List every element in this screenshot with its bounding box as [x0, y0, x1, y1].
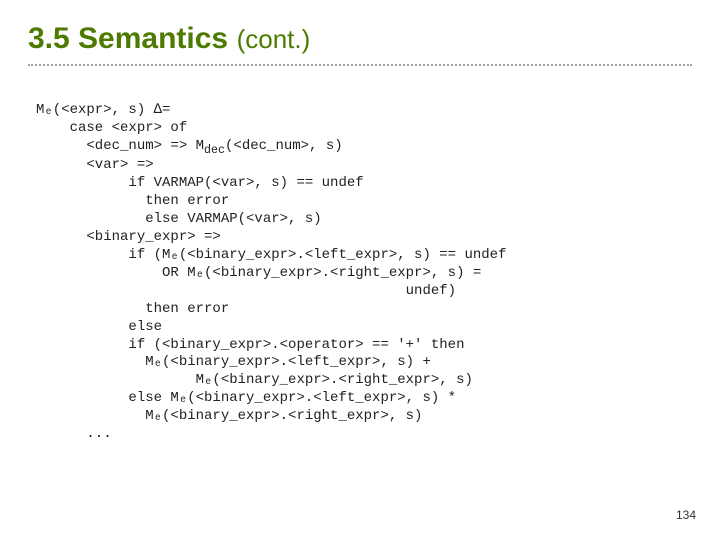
subscript-dec: dec	[204, 143, 225, 157]
code-line: OR Mₑ(<binary_expr>.<right_expr>, s) =	[36, 265, 481, 281]
code-line: Mₑ(<binary_expr>.<left_expr>, s) +	[36, 354, 431, 370]
code-line-cont: (<dec_num>, s)	[225, 138, 343, 154]
slide: 3.5 Semantics (cont.) Mₑ(<expr>, s) ∆= c…	[0, 0, 720, 540]
code-line: else Mₑ(<binary_expr>.<left_expr>, s) *	[36, 390, 456, 406]
code-line: if (Mₑ(<binary_expr>.<left_expr>, s) == …	[36, 247, 506, 263]
slide-title: 3.5 Semantics (cont.)	[28, 22, 692, 56]
code-line: then error	[36, 301, 229, 317]
code-line: if (<binary_expr>.<operator> == '+' then	[36, 337, 464, 353]
code-line: if VARMAP(<var>, s) == undef	[36, 175, 364, 191]
title-main: 3.5 Semantics	[28, 22, 228, 55]
code-line: undef)	[36, 283, 456, 299]
code-line: then error	[36, 193, 229, 209]
title-underline	[28, 64, 692, 66]
code-line: Mₑ(<expr>, s) ∆=	[36, 102, 170, 118]
code-line: Mₑ(<binary_expr>.<right_expr>, s)	[36, 408, 422, 424]
title-sub: (cont.)	[237, 24, 311, 54]
code-line: else VARMAP(<var>, s)	[36, 211, 322, 227]
code-line: <dec_num> => M	[36, 138, 204, 154]
code-line: <binary_expr> =>	[36, 229, 221, 245]
code-line: ...	[36, 426, 112, 442]
code-line: <var> =>	[36, 157, 154, 173]
code-line: else	[36, 319, 162, 335]
semantics-code: Mₑ(<expr>, s) ∆= case <expr> of <dec_num…	[28, 84, 692, 444]
code-line: Mₑ(<binary_expr>.<right_expr>, s)	[36, 372, 473, 388]
code-line: case <expr> of	[36, 120, 187, 136]
page-number: 134	[676, 508, 696, 522]
